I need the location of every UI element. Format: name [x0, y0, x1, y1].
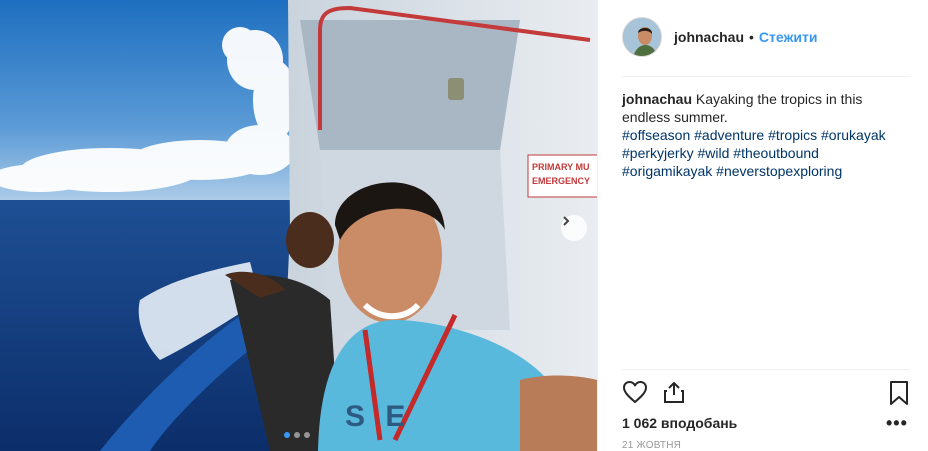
follow-button[interactable]: Стежити — [759, 29, 818, 45]
carousel-next-button[interactable] — [561, 215, 587, 241]
post-photo[interactable]: PRIMARY MU EMERGENCY S E — [0, 0, 597, 451]
hashtag-link[interactable]: #offseason — [622, 127, 690, 143]
header-username[interactable]: johnachau — [674, 29, 744, 45]
hashtag-link[interactable]: #perkyjerky — [622, 145, 694, 161]
heart-icon — [623, 381, 647, 403]
hashtag-link[interactable]: #tropics — [768, 127, 817, 143]
header-divider — [622, 76, 910, 77]
post-actions — [622, 380, 912, 406]
sign-line-2: EMERGENCY — [532, 176, 591, 186]
share-button[interactable] — [662, 380, 686, 409]
sign-text: PRIMARY MU EMERGENCY — [532, 160, 590, 188]
hashtag-link[interactable]: #orukayak — [821, 127, 886, 143]
save-button[interactable] — [888, 380, 910, 411]
chevron-right-icon — [563, 216, 570, 226]
carousel-dot — [284, 432, 290, 438]
shirt-print: S E — [345, 400, 412, 433]
share-icon — [664, 382, 684, 403]
post-caption: johnachau Kayaking the tropics in this e… — [622, 90, 912, 180]
more-options-button[interactable]: ••• — [886, 414, 908, 432]
bookmark-icon — [890, 381, 908, 405]
hashtag-link[interactable]: #theoutbound — [733, 145, 819, 161]
sign-line-1: PRIMARY MU — [532, 162, 590, 172]
hashtag-link[interactable]: #wild — [697, 145, 729, 161]
post-sidebar: johnachau • Стежити johnachau Kayaking t… — [597, 0, 928, 451]
avatar-image — [623, 18, 661, 56]
carousel-dot — [294, 432, 300, 438]
hashtag-link[interactable]: #adventure — [694, 127, 764, 143]
hashtag-link[interactable]: #neverstopexploring — [716, 163, 842, 179]
carousel-dots — [284, 432, 310, 438]
post-header: johnachau • Стежити — [622, 17, 818, 57]
like-button[interactable] — [622, 380, 648, 409]
post-date[interactable]: 21 жовтня — [622, 440, 681, 451]
actions-divider — [622, 369, 910, 370]
avatar[interactable] — [622, 17, 662, 57]
caption-username[interactable]: johnachau — [622, 91, 692, 107]
likes-count[interactable]: 1 062 вподобань — [622, 415, 737, 431]
header-separator: • — [749, 29, 754, 45]
hashtag-link[interactable]: #origamikayak — [622, 163, 712, 179]
carousel-dot — [304, 432, 310, 438]
photo-scene — [0, 0, 597, 451]
